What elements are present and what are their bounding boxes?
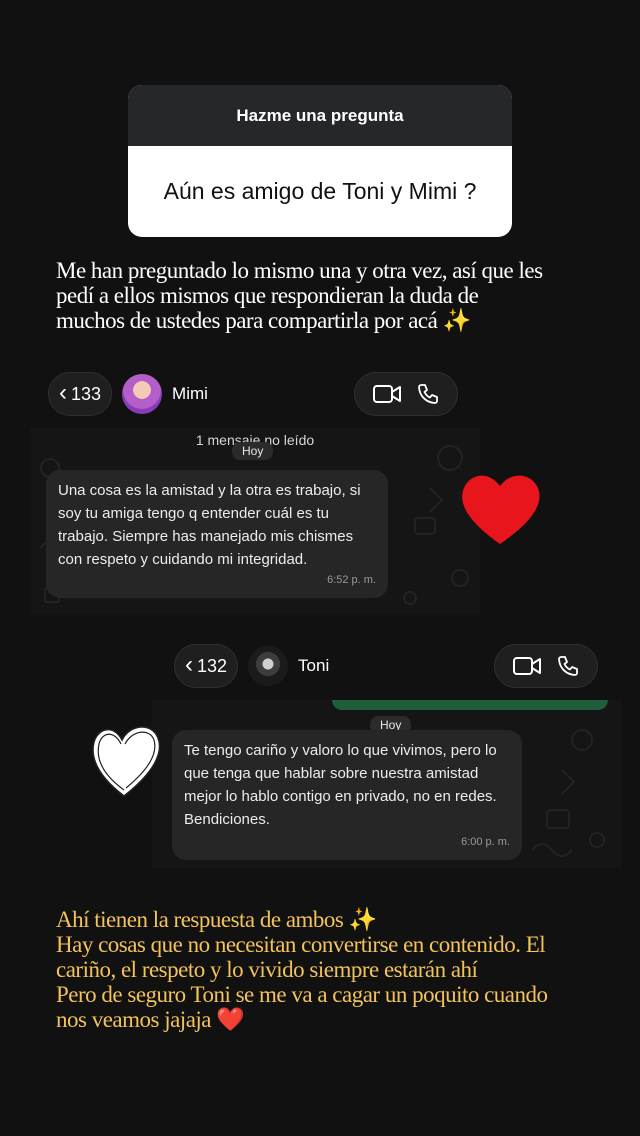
question-text: Aún es amigo de Toni y Mimi ?: [163, 178, 477, 204]
chat-panel-mimi: 1 mensaje no leído Hoy Una cosa es la am…: [30, 428, 480, 614]
unread-count: 132: [197, 655, 228, 676]
chat-panel-toni: Hoy Te tengo cariño y valoro lo que vivi…: [152, 700, 622, 868]
message-text: Una cosa es la amistad y la otra es trab…: [58, 482, 361, 568]
avatar[interactable]: [248, 646, 289, 686]
back-button[interactable]: ‹ 133: [48, 372, 113, 416]
caption-line: Ahí tienen la respuesta de ambos ✨: [56, 907, 377, 932]
chat-header-mimi: ‹ 133 Mimi: [48, 366, 460, 422]
caption-line: nos veamos jajaja ❤️: [56, 1007, 245, 1032]
back-button[interactable]: ‹ 132: [174, 644, 239, 688]
message-bubble[interactable]: Una cosa es la amistad y la otra es trab…: [46, 470, 388, 598]
call-actions: [494, 644, 598, 688]
closing-caption: Ahí tienen la respuesta de ambos ✨ Hay c…: [56, 907, 596, 1032]
intro-caption: Me han preguntado lo mismo una y otra ve…: [56, 258, 596, 333]
previous-outgoing-bubble: [332, 700, 608, 710]
call-actions: [354, 372, 458, 416]
unread-count: 133: [71, 383, 102, 404]
caption-line: Hay cosas que no necesitan convertirse e…: [56, 932, 546, 957]
phone-icon[interactable]: [416, 382, 440, 406]
avatar[interactable]: [122, 374, 163, 414]
message-text: Te tengo cariño y valoro lo que vivimos,…: [184, 742, 497, 828]
chevron-left-icon: ‹: [185, 651, 193, 678]
caption-line: cariño, el respeto y lo vivido siempre e…: [56, 957, 478, 982]
red-heart-sticker: [462, 475, 540, 544]
contact-name[interactable]: Toni: [298, 656, 329, 676]
message-bubble[interactable]: Te tengo cariño y valoro lo que vivimos,…: [172, 730, 522, 860]
message-time: 6:52 p. m.: [327, 574, 376, 586]
phone-icon[interactable]: [556, 654, 580, 678]
question-sticker[interactable]: Hazme una pregunta Aún es amigo de Toni …: [128, 85, 512, 237]
caption-line: muchos de ustedes para compartirla por a…: [56, 308, 471, 333]
day-chip: Hoy: [232, 442, 274, 460]
chevron-left-icon: ‹: [59, 379, 67, 406]
video-camera-icon[interactable]: [512, 655, 542, 677]
video-camera-icon[interactable]: [372, 383, 402, 405]
contact-name[interactable]: Mimi: [172, 384, 208, 404]
white-heart-sticker: [92, 726, 161, 797]
caption-line: pedí a ellos mismos que respondieran la …: [56, 283, 479, 308]
caption-line: Me han preguntado lo mismo una y otra ve…: [56, 258, 543, 283]
message-time: 6:00 p. m.: [461, 836, 510, 848]
question-sticker-title: Hazme una pregunta: [128, 85, 512, 146]
caption-line: Pero de seguro Toni se me va a cagar un …: [56, 982, 548, 1007]
chat-header-toni: ‹ 132 Toni: [174, 638, 604, 694]
